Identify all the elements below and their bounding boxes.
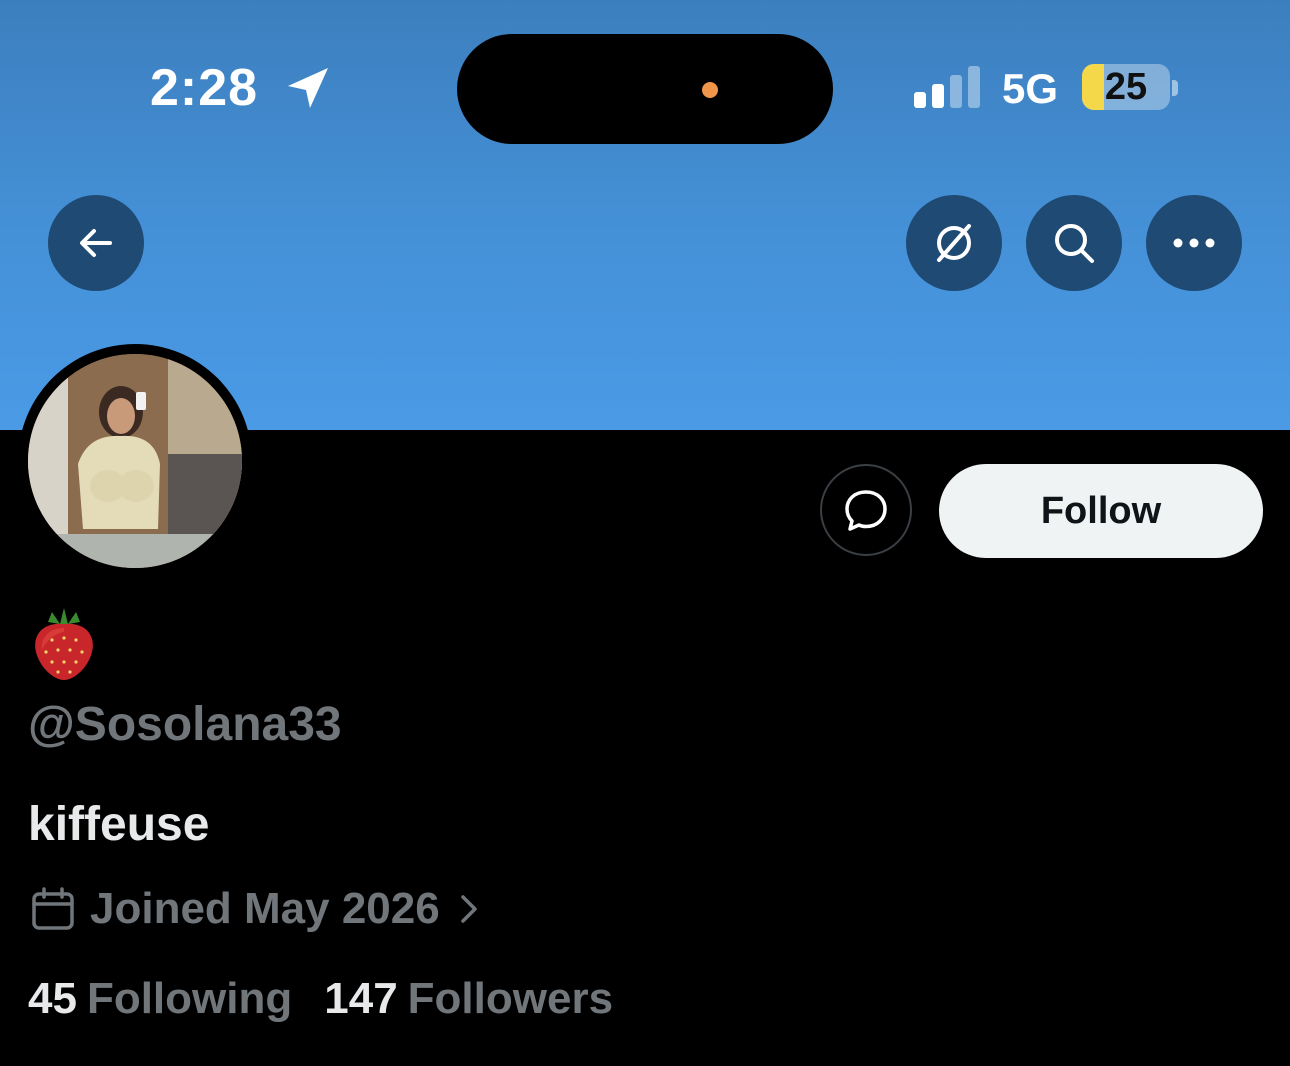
calendar-icon [32,887,74,930]
avatar-photo [28,354,242,568]
back-button[interactable] [48,195,144,291]
following-stat[interactable]: 45 Following [28,970,292,1028]
followers-count: 147 [324,974,398,1023]
joined-date-row[interactable]: Joined May 2026 [30,880,484,938]
profile-handle: @Sosolana33 [28,698,342,751]
follow-stats: 45 Following 147 Followers [28,970,645,1028]
battery-nub [1172,80,1178,96]
search-button[interactable] [1026,195,1122,291]
battery-percent: 25 [1104,66,1148,108]
cellular-signal-icon [914,66,980,108]
search-icon [1055,224,1094,263]
message-button[interactable] [820,464,912,556]
battery-indicator: 25 [1082,64,1170,110]
privacy-indicator-dot [702,82,718,98]
status-time: 2:28 [150,59,259,117]
more-button[interactable] [1146,195,1242,291]
grok-slash-circle-icon [937,224,971,262]
profile-bio: kiffeuse [28,798,210,851]
network-type: 5G [1002,65,1059,112]
arrow-left-icon [80,229,112,257]
followers-stat[interactable]: 147 Followers [324,970,613,1028]
chevron-right-icon [460,895,477,923]
following-label: Following [86,974,293,1023]
follow-button[interactable]: Follow [939,464,1263,558]
joined-date: Joined May 2026 [90,884,440,933]
chat-bubble-icon [845,490,887,531]
strawberry-emoji [35,608,93,680]
grok-button[interactable] [906,195,1002,291]
followers-label: Followers [407,974,614,1023]
location-arrow-icon [288,68,328,108]
dynamic-island [457,34,833,144]
following-count: 45 [28,974,77,1023]
avatar[interactable] [28,354,242,568]
more-horizontal-icon [1173,238,1215,248]
